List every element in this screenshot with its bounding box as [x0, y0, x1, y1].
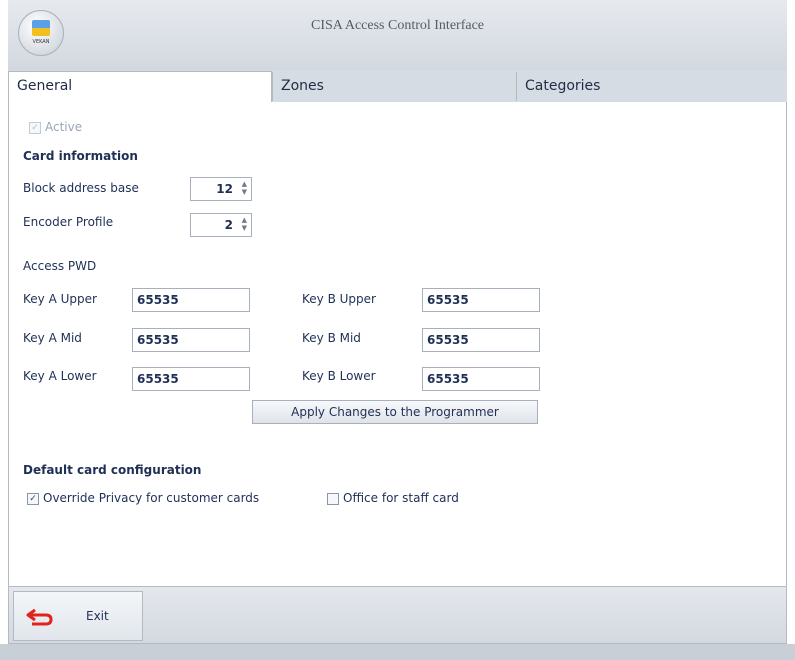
key-a-mid-input[interactable]: 65535 [132, 328, 250, 352]
default-card-configuration-heading: Default card configuration [23, 463, 202, 477]
office-staff-label: Office for staff card [343, 491, 459, 505]
override-privacy-label: Override Privacy for customer cards [43, 491, 260, 505]
block-address-value: 12 [216, 182, 233, 196]
key-b-lower-label: Key B Lower [302, 369, 376, 383]
office-staff-checkbox[interactable] [327, 493, 339, 505]
general-panel: ✓ Active Card information Block address … [8, 102, 787, 587]
exit-label: Exit [86, 609, 109, 623]
window-title: CISA Access Control Interface [310, 18, 484, 33]
key-b-mid-label: Key B Mid [302, 331, 361, 345]
title-bar: VEKAN CISA Access Control Interface [8, 0, 787, 71]
active-label: Active [45, 120, 83, 134]
key-a-upper-input[interactable]: 65535 [132, 288, 250, 312]
logo-text: VEKAN [32, 39, 50, 45]
encoder-profile-value: 2 [224, 218, 233, 232]
exit-arrow-icon [26, 608, 53, 626]
exit-button[interactable]: Exit [13, 591, 143, 641]
tab-zones[interactable]: Zones [272, 72, 516, 101]
card-information-heading: Card information [23, 149, 138, 163]
bottom-toolbar: Exit [8, 586, 787, 644]
stepper-arrows-icon[interactable]: ▲ ▼ [242, 216, 247, 232]
stepper-arrows-icon[interactable]: ▲ ▼ [242, 180, 247, 196]
key-a-lower-input[interactable]: 65535 [132, 367, 250, 391]
key-a-upper-label: Key A Upper [23, 292, 97, 306]
key-b-lower-input[interactable]: 65535 [422, 367, 540, 391]
key-b-upper-label: Key B Upper [302, 292, 376, 306]
override-privacy-checkbox[interactable]: ✓ [27, 493, 39, 505]
key-a-lower-label: Key A Lower [23, 369, 97, 383]
block-address-stepper[interactable]: 12 ▲ ▼ [190, 177, 252, 201]
tab-strip: General Zones Categories [8, 70, 787, 103]
encoder-profile-stepper[interactable]: 2 ▲ ▼ [190, 213, 252, 237]
active-checkbox[interactable]: ✓ [29, 122, 41, 134]
status-bar [0, 644, 795, 660]
access-pwd-heading: Access PWD [23, 259, 97, 273]
tab-categories[interactable]: Categories [516, 72, 787, 101]
key-b-mid-input[interactable]: 65535 [422, 328, 540, 352]
encoder-profile-label: Encoder Profile [23, 215, 114, 229]
key-b-upper-input[interactable]: 65535 [422, 288, 540, 312]
key-a-mid-label: Key A Mid [23, 331, 82, 345]
tab-general[interactable]: General [8, 71, 272, 102]
apply-changes-button[interactable]: Apply Changes to the Programmer [252, 400, 538, 424]
block-address-label: Block address base [23, 181, 139, 195]
